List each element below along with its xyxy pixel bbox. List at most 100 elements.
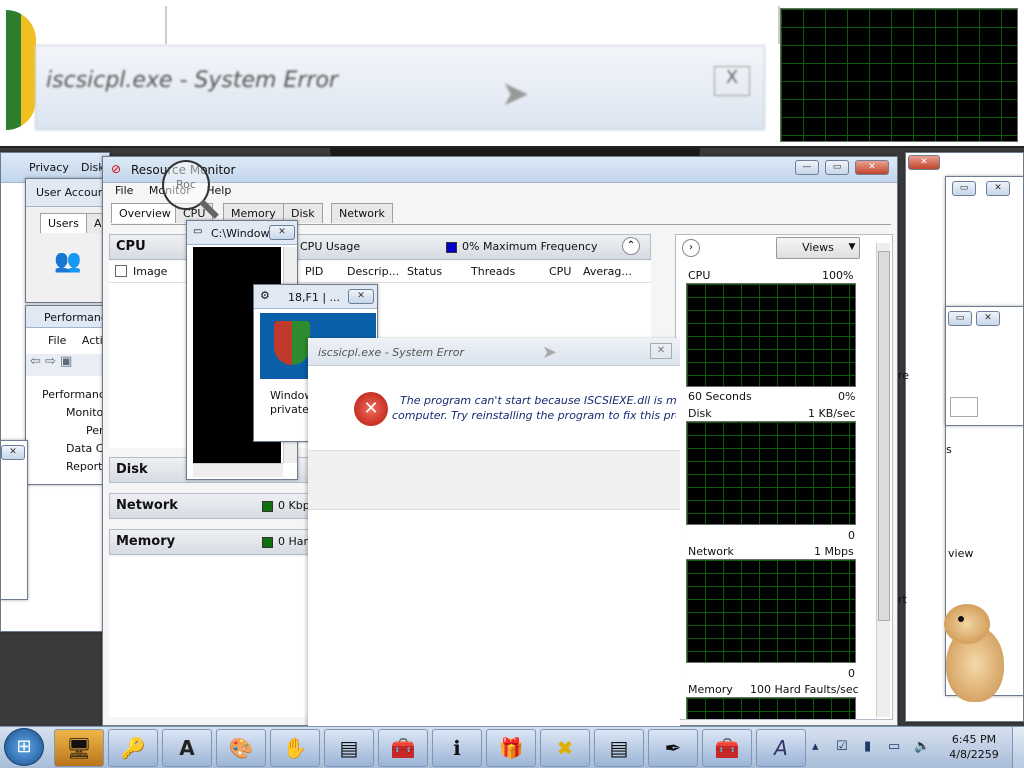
cursor-icon: ➤ <box>501 74 530 114</box>
hamster-head <box>944 604 990 644</box>
cmd-hscroll[interactable] <box>193 463 283 477</box>
window-icon[interactable]: ▤ <box>324 729 374 767</box>
cpu-section-label: CPU <box>116 239 146 254</box>
tray-check-icon[interactable]: ☑ <box>836 739 848 754</box>
font2-icon[interactable]: A <box>756 729 806 767</box>
resmon-menu-help[interactable]: Help <box>206 184 231 197</box>
cmd-title: C:\Windows <box>211 227 276 240</box>
tray-device-icon[interactable]: ▮ <box>864 739 871 754</box>
graph-scroll-thumb[interactable] <box>878 251 890 621</box>
key-icon[interactable]: 🔑 <box>108 729 158 767</box>
resmon-maximize[interactable]: ▭ <box>825 160 849 175</box>
memory-swatch <box>262 537 273 548</box>
cmd-close[interactable]: ✕ <box>269 225 295 240</box>
paint-icon[interactable]: 🎨 <box>216 729 266 767</box>
x-circle-icon[interactable]: ✖ <box>540 729 590 767</box>
right3-close[interactable]: ✕ <box>976 311 1000 326</box>
graph-network-label: Network <box>688 545 734 558</box>
toolbox-icon[interactable]: 🧰 <box>378 729 428 767</box>
cpu-graph <box>686 283 856 387</box>
tab-overview[interactable]: Overview <box>111 203 179 223</box>
graph-memory-max: 100 Hard Faults/sec <box>750 683 859 696</box>
resmon-minimize[interactable]: — <box>795 160 819 175</box>
clock-date: 4/8/2259 <box>949 748 999 761</box>
zoomed-top-strip: iscsicpl.exe - System Error X ➤ <box>0 0 1024 148</box>
col-description[interactable]: Descrip... <box>347 265 399 278</box>
tab-network[interactable]: Network <box>331 203 393 223</box>
hamster-eye <box>958 616 964 622</box>
col-cpu[interactable]: CPU <box>549 265 571 278</box>
privacy-item[interactable]: Privacy <box>29 161 69 174</box>
uac-shield-icon <box>274 321 310 365</box>
tab-users[interactable]: Users <box>40 213 87 233</box>
disk-section-label: Disk <box>116 462 148 477</box>
expand-icon[interactable]: › <box>682 239 700 257</box>
col-status[interactable]: Status <box>407 265 442 278</box>
network-swatch <box>262 501 273 512</box>
side-text-s: s <box>946 443 952 456</box>
gift-icon[interactable]: 🎁 <box>486 729 536 767</box>
side-text-re: re <box>898 369 910 382</box>
perfmon-menu-file[interactable]: File <box>48 334 66 347</box>
select-all-checkbox[interactable] <box>115 265 127 277</box>
col-average[interactable]: Averag... <box>583 265 632 278</box>
uac-close[interactable]: ✕ <box>348 289 374 304</box>
graph-network-max: 1 Mbps <box>814 545 854 558</box>
zoomed-close-button[interactable]: X <box>714 66 750 96</box>
graph-scrollbar[interactable] <box>876 243 890 717</box>
resmon-app-icon: ⊘ <box>111 162 122 176</box>
graph-pane: › Views ▼ CPU 100% 60 Seconds 0% Disk 1 … <box>675 234 893 720</box>
right-window-3: ▭ ✕ <box>945 306 1024 426</box>
hamster-desktop-pet[interactable] <box>938 598 1008 708</box>
error-message-line2: computer. Try reinstalling the program t… <box>392 409 676 422</box>
collapse-icon[interactable]: ⌃ <box>622 237 640 255</box>
clock-time: 6:45 PM <box>951 733 997 746</box>
users-icon: 👥 <box>54 249 82 274</box>
max-frequency-label: 0% Maximum Frequency <box>462 240 598 253</box>
uac-title: 18,F1 | ... <box>288 291 341 304</box>
tray-monitor-icon[interactable]: ▭ <box>888 739 900 754</box>
clock[interactable]: 6:45 PM 4/8/2259 <box>942 732 1006 764</box>
show-desktop-button[interactable] <box>1012 727 1024 768</box>
right3-restore[interactable]: ▭ <box>948 311 972 326</box>
uac-app-icon: ⚙ <box>260 289 270 302</box>
zoomed-top-frame <box>165 6 780 44</box>
zoomed-graph <box>780 8 1018 142</box>
pen-icon[interactable]: ✒ <box>648 729 698 767</box>
start-button[interactable]: ⊞ <box>4 728 44 766</box>
right3-field[interactable] <box>950 397 978 417</box>
right2-close[interactable]: ✕ <box>986 181 1010 196</box>
perfmon-toolbar: ⇦ ⇨ ▣ <box>26 354 106 376</box>
graph-cpu-foot-right: 0% <box>838 390 856 403</box>
views-dropdown-icon[interactable]: ▼ <box>844 237 860 259</box>
window2-icon[interactable]: ▤ <box>594 729 644 767</box>
resmon-menu-file[interactable]: File <box>115 184 133 197</box>
tray-volume-icon[interactable]: 🔈 <box>914 739 930 754</box>
resmon-close[interactable]: ✕ <box>855 160 889 175</box>
error-cursor-icon: ➤ <box>542 342 558 363</box>
right1-close[interactable]: ✕ <box>908 155 940 170</box>
info-icon[interactable]: ℹ <box>432 729 482 767</box>
cmd-icon: ▭ <box>193 226 203 237</box>
hand-icon[interactable]: ✋ <box>270 729 320 767</box>
graph-network-foot-right: 0 <box>848 667 855 680</box>
toolbox2-icon[interactable]: 🧰 <box>702 729 752 767</box>
col-threads[interactable]: Threads <box>471 265 515 278</box>
system-tray: ▴ ☑ ▮ ▭ 🔈 <box>812 734 936 762</box>
system-error-close[interactable]: ✕ <box>650 343 672 359</box>
col-pid[interactable]: PID <box>305 265 323 278</box>
small-close-button[interactable]: ✕ <box>1 445 25 460</box>
shield-icon <box>6 10 36 130</box>
graph-disk-label: Disk <box>688 407 712 420</box>
graph-cpu-label: CPU <box>688 269 711 282</box>
monitor-icon[interactable]: 🖥 <box>54 729 104 767</box>
graph-cpu-foot-left: 60 Seconds <box>688 390 752 403</box>
right2-restore[interactable]: ▭ <box>952 181 976 196</box>
font-icon[interactable]: A <box>162 729 212 767</box>
graph-cpu-max: 100% <box>822 269 854 282</box>
col-image[interactable]: Image <box>133 265 167 278</box>
cpu-usage-label: CPU Usage <box>300 240 361 253</box>
system-error-title: iscsicpl.exe - System Error <box>318 346 464 359</box>
tray-chevron-icon[interactable]: ▴ <box>812 739 819 754</box>
side-text-view: view <box>948 547 974 560</box>
